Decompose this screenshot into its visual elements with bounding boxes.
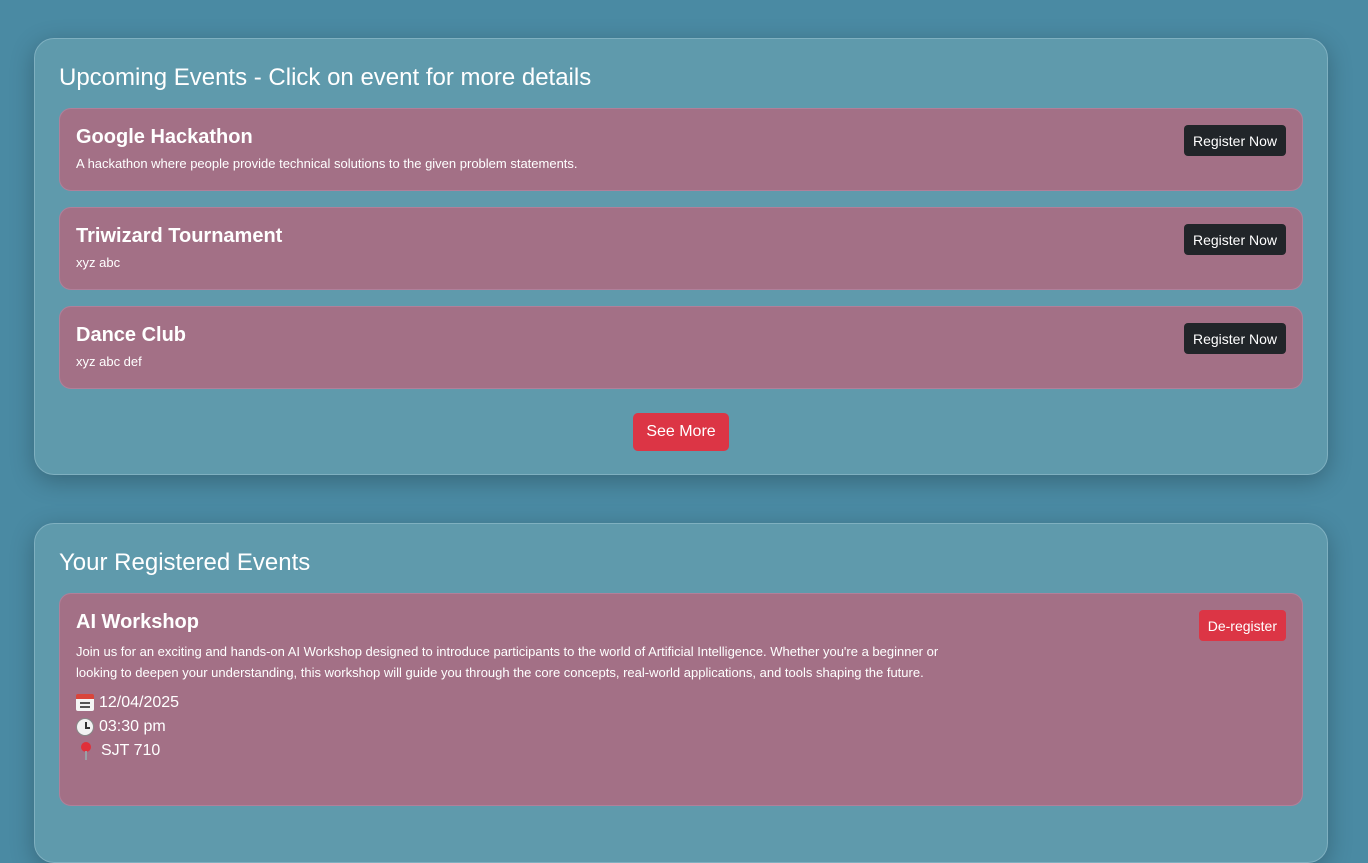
upcoming-events-title: Upcoming Events - Click on event for mor… — [59, 64, 592, 91]
event-title: Dance Club — [76, 324, 187, 346]
registered-events-title: Your Registered Events — [59, 549, 311, 576]
event-location-row: SJT 710 — [76, 739, 1286, 763]
clock-icon — [76, 718, 94, 736]
see-more-container: See More — [59, 413, 1303, 451]
pin-icon — [76, 741, 96, 761]
event-time: 03:30 pm — [99, 718, 166, 735]
calendar-icon — [76, 693, 94, 711]
event-card[interactable]: Google Hackathon A hackathon where peopl… — [59, 108, 1303, 191]
register-now-button[interactable]: Register Now — [1183, 125, 1286, 156]
event-date: 12/04/2025 — [99, 694, 180, 711]
event-title: Google Hackathon — [76, 126, 253, 148]
deregister-button[interactable]: De-register — [1198, 610, 1286, 641]
register-now-button[interactable]: Register Now — [1183, 323, 1286, 354]
event-title: AI Workshop — [76, 611, 199, 633]
event-description: Join us for an exciting and hands-on AI … — [76, 644, 939, 680]
register-now-button[interactable]: Register Now — [1183, 224, 1286, 255]
upcoming-events-panel: Upcoming Events - Click on event for mor… — [34, 38, 1328, 475]
registered-event-card[interactable]: AI Workshop Join us for an exciting and … — [59, 593, 1303, 806]
see-more-button[interactable]: See More — [633, 413, 729, 451]
event-title: Triwizard Tournament — [76, 225, 283, 247]
event-date-row: 12/04/2025 — [76, 691, 1286, 715]
event-location: SJT 710 — [101, 742, 161, 759]
registered-events-panel: Your Registered Events AI Workshop Join … — [34, 523, 1328, 863]
event-time-row: 03:30 pm — [76, 715, 1286, 739]
event-card[interactable]: Dance Club xyz abc def Register Now — [59, 306, 1303, 389]
event-description: xyz abc def — [76, 354, 142, 369]
event-description: xyz abc — [76, 255, 121, 270]
event-description: A hackathon where people provide technic… — [76, 156, 578, 171]
event-card[interactable]: Triwizard Tournament xyz abc Register No… — [59, 207, 1303, 290]
